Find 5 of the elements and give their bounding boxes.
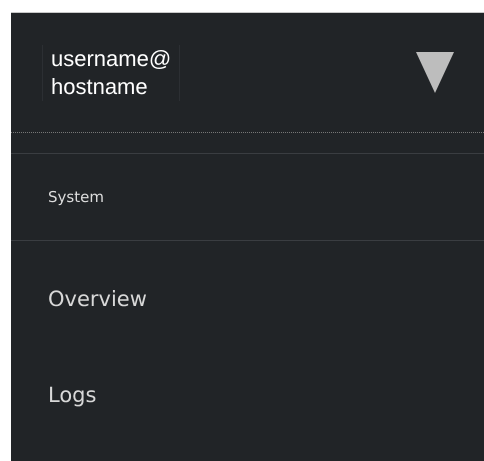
nav-item[interactable]: Overview [11,251,157,347]
dropdown-caret-icon[interactable] [416,52,454,93]
section-heading: System [11,154,484,241]
nav-item[interactable]: Logs [11,347,106,443]
host-switcher[interactable]: username@ hostname [42,44,180,100]
